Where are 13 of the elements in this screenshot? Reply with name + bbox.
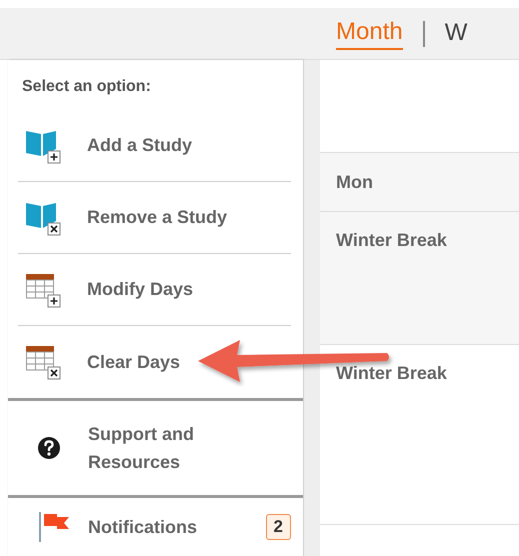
sidebar-item[interactable]: Clear Days — [18, 326, 291, 398]
table-x-icon — [24, 343, 62, 381]
view-tab[interactable]: W — [444, 18, 468, 48]
day-header: Mon — [320, 152, 519, 212]
sidebar-item[interactable]: Notifications 2 — [8, 498, 303, 542]
help-icon — [37, 436, 61, 460]
flag-icon — [37, 512, 71, 542]
calendar-day-cell: Winter Break — [320, 212, 519, 345]
sidebar-item[interactable]: Remove a Study — [18, 182, 291, 254]
sidebar-heading: Select an option: — [21, 77, 152, 97]
notification-count-badge: 2 — [266, 514, 291, 540]
sidebar-item[interactable]: Modify Days — [18, 254, 291, 326]
sidebar-item[interactable]: Add a Study — [18, 110, 291, 182]
